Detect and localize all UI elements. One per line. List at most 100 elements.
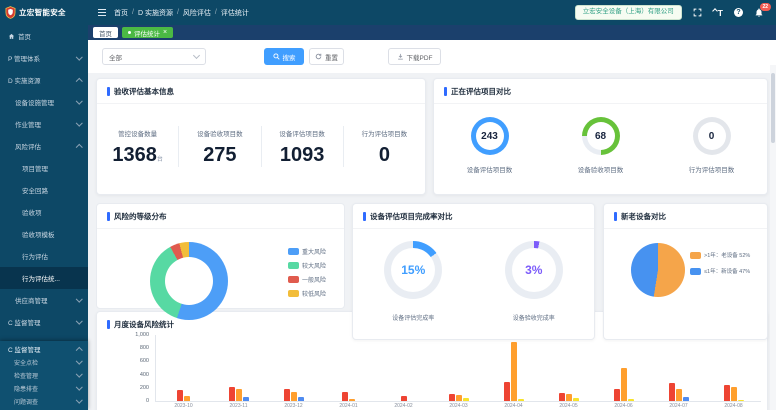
sidebar-item-behavior-assessment[interactable]: 行为评估 [0,245,88,267]
title-accent-bar [107,87,110,96]
notification-count-badge: 22 [760,3,771,11]
chevron-down-icon [76,371,82,377]
y-axis-label: 800 [97,345,149,351]
bar-blue [298,397,304,401]
sidebar-item-risk-assessment[interactable]: 风险评估 [0,135,88,157]
scrollbar-thumb[interactable] [771,73,775,143]
reset-button[interactable]: 重置 [309,48,344,65]
submenu-header-supervision[interactable]: C 监督管理 [0,342,88,356]
submenu-item-safety-inspection[interactable]: 安全点检 [0,356,88,369]
bar-group [486,342,541,401]
bar-chart [156,335,761,401]
company-badge[interactable]: 立宏安全设备（上海）有限公司 [575,5,682,20]
gauge-device-acceptance: 68 设备验收项目数 [545,117,656,174]
shield-logo-icon [5,6,16,19]
breadcrumb-item-home[interactable]: 首页 [114,8,128,18]
vertical-scrollbar [770,65,776,410]
breadcrumb-separator: / [177,9,179,16]
gauge-row: 15% 设备评估完成率 3% 设备验收完成率 [353,241,594,322]
legend-item-new-devices[interactable]: ≤1年：新设备 47% [690,267,750,275]
bar-group [596,368,651,401]
legend-swatch [288,276,299,283]
legend-item-major-risk[interactable]: 重大风险 [288,247,326,256]
x-axis-label: 2024-05 [541,403,596,409]
sidebar-item-home[interactable]: 首页 [0,25,88,47]
download-pdf-button[interactable]: 下载PDF [388,48,441,65]
x-axis-label: 2024-07 [651,403,706,409]
bar-group [376,396,431,401]
bar-yellow [738,400,744,401]
chevron-down-icon [76,295,82,301]
breadcrumb-item-resource[interactable]: D 实施资源 [138,8,173,18]
x-axis-label: 2024-04 [486,403,541,409]
search-button[interactable]: 搜索 [264,48,304,65]
home-icon [8,33,15,40]
close-icon[interactable]: × [163,29,167,36]
legend-item-significant-risk[interactable]: 较大风险 [288,261,326,270]
sidebar-item-safety-circuit[interactable]: 安全回路 [0,179,88,201]
legend-item-old-devices[interactable]: >1年：老设备 52% [690,251,750,259]
tab-assessment-stats[interactable]: 评估统计 × [122,27,173,38]
fullscreen-icon[interactable] [693,8,702,17]
donut-gauge: 243 [471,117,509,155]
sidebar-item-supplier-management[interactable]: 供应商管理 [0,289,88,311]
gauge-assessment-completion: 15% 设备评估完成率 [353,241,474,322]
bar-red [669,383,675,402]
sidebar-submenu-popup: C 监督管理 安全点检 检查管理 隐患排查 问题调查 [0,341,88,410]
gauge-behavior-assessment: 0 行为评估项目数 [656,117,767,174]
bar-group [211,387,266,402]
filter-bar: 全部 搜索 重置 下载PDF [88,40,776,73]
main-content: 首页 评估统计 × 全部 搜索 重置 下载PDF [88,25,776,410]
bar-red [177,390,183,401]
stat-assessment-projects: 设备评估项目数 1093 [262,126,344,167]
sidebar-item-management-system[interactable]: P 管理体系 [0,47,88,69]
progress-ring: 15% [384,241,442,299]
legend-swatch [288,290,299,297]
help-icon[interactable]: ? [734,8,743,17]
submenu-item-hazard-investigation[interactable]: 隐患排查 [0,382,88,395]
x-axis-label: 2024-01 [321,403,376,409]
bar-group [541,393,596,401]
sidebar-item-implementation-resources[interactable]: D 实施资源 [0,69,88,91]
bar-orange [731,387,737,402]
sidebar-item-supervision[interactable]: C 监督管理 [0,311,88,333]
sidebar-item-job-management[interactable]: 作业管理 [0,113,88,135]
bar-yellow [518,399,524,401]
filter-select[interactable]: 全部 [102,48,206,65]
chevron-down-icon [76,97,82,103]
sidebar-item-behavior-assessment-stats[interactable]: 行为评估统... [0,267,88,289]
sidebar-item-equipment-facility[interactable]: 设备设施管理 [0,91,88,113]
stat-managed-devices: 管控设备数量 1368台 [97,126,179,167]
active-tab-dot-icon [128,31,131,34]
chevron-down-icon [76,317,82,323]
legend-item-general-risk[interactable]: 一般风险 [288,275,326,284]
chevron-down-icon [76,384,82,390]
bar-yellow [573,398,579,401]
chevron-up-icon [76,347,82,353]
font-size-icon[interactable]: T [713,8,723,18]
title-accent-bar [107,212,110,221]
chart-legend: >1年：老设备 52% ≤1年：新设备 47% [690,251,750,275]
stat-behavior-projects: 行为评估项目数 0 [344,126,425,167]
breadcrumb: 首页 / D 实施资源 / 风险评估 / 评估统计 [114,8,249,18]
chevron-down-icon [76,119,82,125]
breadcrumb-item-risk[interactable]: 风险评估 [183,8,211,18]
sidebar-toggle-icon[interactable] [98,9,106,16]
bar-red [342,392,348,401]
notification-bell-icon[interactable]: 22 [754,7,764,18]
sidebar-item-project-management[interactable]: 项目管理 [0,157,88,179]
app-title: 立宏智能安全 [19,7,66,18]
y-axis-label: 600 [97,358,149,364]
bar-orange [291,392,297,401]
chevron-down-icon [76,358,82,364]
bar-orange [621,368,627,401]
sidebar-item-acceptance-template[interactable]: 验收项模板 [0,223,88,245]
topbar-actions: 立宏安全设备（上海）有限公司 T ? 22 [575,5,776,20]
tab-home[interactable]: 首页 [93,27,118,38]
card-ongoing-projects: 正在评估项目对比 243 设备评估项目数 68 设备验收项目数 0 行为评估项目… [433,78,768,195]
legend-item-low-risk[interactable]: 较低风险 [288,289,326,298]
sidebar-item-acceptance-items[interactable]: 验收项 [0,201,88,223]
submenu-item-check-management[interactable]: 检查管理 [0,369,88,382]
submenu-item-problem-investigation[interactable]: 问题调查 [0,395,88,408]
legend-swatch [690,268,701,275]
